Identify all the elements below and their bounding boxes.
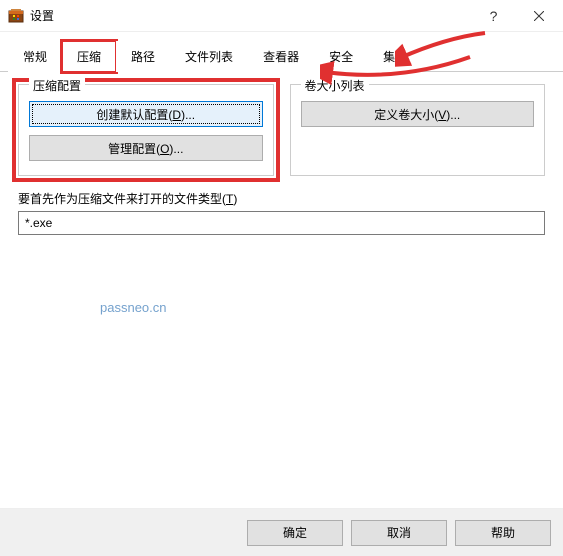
tab-integration[interactable]: 集成 xyxy=(368,41,422,72)
dialog-footer: 确定 取消 帮助 xyxy=(0,508,563,556)
tab-bar: 常规 压缩 路径 文件列表 查看器 安全 集成 xyxy=(0,32,563,72)
window-title: 设置 xyxy=(30,7,471,24)
ok-button[interactable]: 确定 xyxy=(247,520,343,546)
help-button[interactable]: ? xyxy=(471,1,516,31)
tab-compression[interactable]: 压缩 xyxy=(62,41,116,72)
tab-general[interactable]: 常规 xyxy=(8,41,62,72)
tab-security[interactable]: 安全 xyxy=(314,41,368,72)
compression-config-legend: 压缩配置 xyxy=(29,77,85,94)
compression-config-group: 压缩配置 创建默认配置(D)... 管理配置(O)... xyxy=(18,84,274,176)
manage-config-button[interactable]: 管理配置(O)... xyxy=(29,135,263,161)
help-footer-button[interactable]: 帮助 xyxy=(455,520,551,546)
file-types-input[interactable] xyxy=(18,211,545,235)
close-icon xyxy=(534,11,544,21)
create-default-config-button[interactable]: 创建默认配置(D)... xyxy=(29,101,263,127)
app-icon xyxy=(8,8,24,24)
titlebar: 设置 ? xyxy=(0,0,563,32)
volume-size-group: 卷大小列表 定义卷大小(V)... xyxy=(290,84,546,176)
tab-viewer[interactable]: 查看器 xyxy=(248,41,314,72)
tab-path[interactable]: 路径 xyxy=(116,41,170,72)
file-types-label: 要首先作为压缩文件来打开的文件类型(T) xyxy=(18,190,545,207)
cancel-button[interactable]: 取消 xyxy=(351,520,447,546)
tab-content: 压缩配置 创建默认配置(D)... 管理配置(O)... 卷大小列表 定义卷大小… xyxy=(0,72,563,247)
close-button[interactable] xyxy=(516,1,561,31)
tab-filelist[interactable]: 文件列表 xyxy=(170,41,248,72)
define-volume-size-button[interactable]: 定义卷大小(V)... xyxy=(301,101,535,127)
watermark-text: passneo.cn xyxy=(100,300,167,315)
volume-size-legend: 卷大小列表 xyxy=(301,77,369,94)
